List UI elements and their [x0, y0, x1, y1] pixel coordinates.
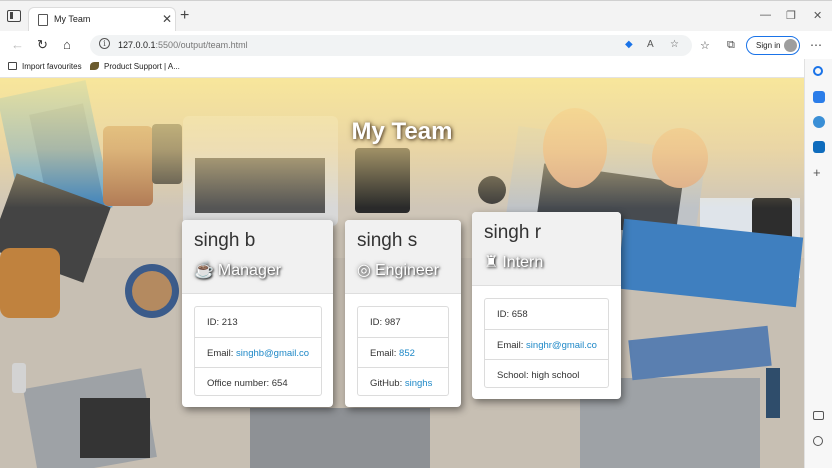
github-row: GitHub: singhs: [358, 367, 448, 397]
employee-name: singh s: [357, 230, 418, 251]
card-header: singh b ☕ Manager: [182, 220, 333, 294]
employee-role: ☕ Manager: [194, 262, 282, 279]
settings-gear-icon[interactable]: [813, 436, 823, 446]
bing-chat-icon[interactable]: [813, 91, 825, 103]
employee-details-list: ID: 658 Email: singhr@gmail.co School: h…: [484, 298, 609, 388]
home-icon[interactable]: ⌂: [63, 38, 71, 52]
import-favourites-link[interactable]: Import favourites: [8, 62, 82, 71]
employee-name: singh r: [484, 222, 542, 243]
office-number-row: Office number: 654: [195, 367, 321, 397]
site-info-icon[interactable]: i: [99, 38, 110, 49]
email-link[interactable]: 852: [399, 348, 415, 359]
card-header: singh s ◎ Engineer: [345, 220, 461, 294]
hide-sidebar-icon[interactable]: [813, 411, 824, 420]
mug-icon: ☕: [194, 262, 214, 279]
add-favourite-icon[interactable]: ☆: [670, 39, 679, 50]
browser-titlebar: My Team ✕ + — ❐ ✕: [0, 0, 832, 32]
new-tab-button[interactable]: +: [180, 7, 189, 25]
employee-role: ◎ Engineer: [357, 262, 440, 279]
restore-button[interactable]: ❐: [786, 9, 796, 22]
favourites-icon[interactable]: ☆: [700, 39, 710, 52]
id-row: ID: 213: [207, 317, 238, 328]
employee-card-manager: singh b ☕ Manager ID: 213 Email: singhb@g…: [182, 220, 333, 407]
search-icon[interactable]: [813, 66, 823, 76]
address-bar: ← ↻ ⌂ i 127.0.0.1:5500/output/team.html …: [0, 31, 832, 59]
tab-actions-icon[interactable]: [7, 10, 21, 22]
email-row: Email: singhb@gmail.co: [195, 337, 321, 367]
employee-card-intern: singh r ♜ Intern ID: 658 Email: singhr@gm…: [472, 212, 621, 399]
page-icon: [38, 14, 48, 26]
tab-close-icon[interactable]: ✕: [162, 12, 172, 26]
edge-sidebar: +: [804, 59, 832, 468]
glasses-icon: ◎: [357, 262, 371, 279]
tab-title: My Team: [54, 14, 91, 24]
employee-name: singh b: [194, 230, 256, 251]
email-row: Email: singhr@gmail.co: [485, 329, 608, 359]
favourites-bar: Import favourites Product Support | A...: [0, 59, 832, 78]
employee-card-engineer: singh s ◎ Engineer ID: 987 Email: 852 Git…: [345, 220, 461, 407]
read-aloud-icon[interactable]: A: [647, 39, 654, 50]
collections-icon[interactable]: ⧉: [727, 39, 735, 52]
github-link[interactable]: singhs: [405, 378, 432, 389]
close-window-button[interactable]: ✕: [813, 9, 822, 22]
url-text: 127.0.0.1:5500/output/team.html: [118, 40, 248, 50]
outlook-icon[interactable]: [813, 141, 825, 153]
card-header: singh r ♜ Intern: [472, 212, 621, 286]
email-link[interactable]: singhb@gmail.co: [236, 348, 309, 359]
tools-icon[interactable]: [813, 116, 825, 128]
sign-in-label: Sign in: [756, 41, 781, 50]
more-menu-icon[interactable]: ⋯: [810, 38, 822, 52]
page-title: My Team: [351, 118, 453, 145]
folder-icon: [8, 62, 17, 70]
employee-role: ♜ Intern: [484, 254, 544, 271]
employee-details-list: ID: 213 Email: singhb@gmail.co Office nu…: [194, 306, 322, 396]
product-support-link[interactable]: Product Support | A...: [90, 62, 180, 71]
add-app-icon[interactable]: +: [813, 166, 825, 179]
minimize-button[interactable]: —: [760, 9, 771, 21]
id-row: ID: 987: [370, 317, 401, 328]
graduate-icon: ♜: [484, 254, 499, 271]
email-row: Email: 852: [358, 337, 448, 367]
tab-my-team[interactable]: My Team ✕: [28, 7, 176, 32]
page-viewport: My Team singh b ☕ Manager ID: 213 Email: …: [0, 78, 804, 468]
refresh-icon[interactable]: ↻: [37, 38, 48, 52]
price-tag-icon[interactable]: ◆: [625, 39, 633, 50]
employee-details-list: ID: 987 Email: 852 GitHub: singhs: [357, 306, 449, 396]
sign-in-button[interactable]: Sign in: [746, 36, 800, 55]
back-arrow-icon[interactable]: ←: [11, 38, 24, 52]
email-link[interactable]: singhr@gmail.co: [526, 340, 597, 351]
avatar: [784, 39, 797, 52]
school-row: School: high school: [485, 359, 608, 389]
url-field[interactable]: i 127.0.0.1:5500/output/team.html ◆ A ☆: [90, 35, 692, 56]
id-row: ID: 658: [497, 309, 528, 320]
leaf-icon: [90, 62, 99, 70]
